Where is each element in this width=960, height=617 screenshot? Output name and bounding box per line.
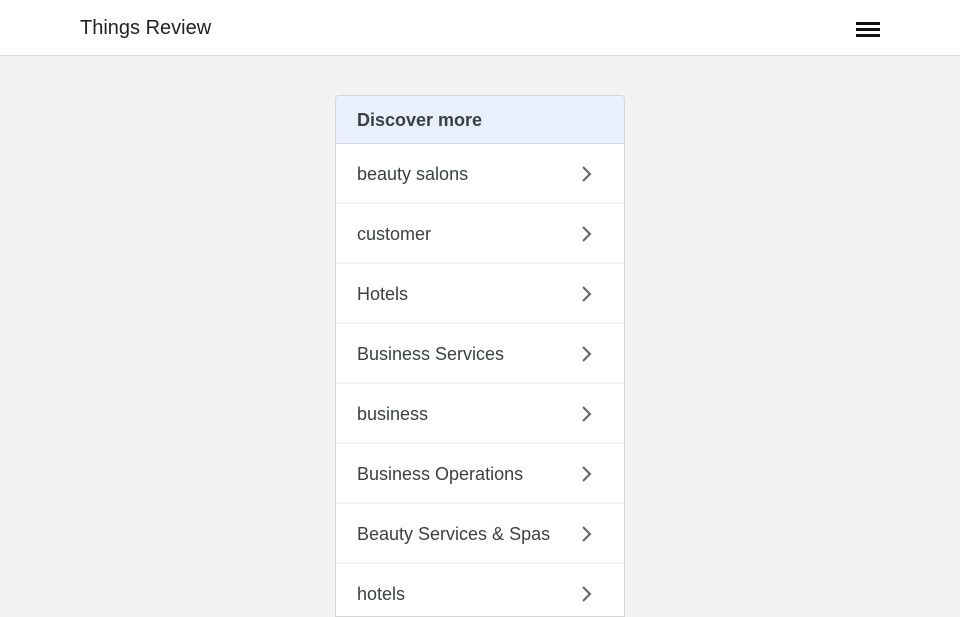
discover-item-label: Business Services	[357, 344, 505, 364]
discover-item[interactable]: Hotels	[336, 264, 624, 324]
discover-item[interactable]: business	[336, 384, 624, 444]
discover-item-label: Business Operations	[357, 464, 524, 484]
chevron-right-icon	[582, 586, 592, 602]
discover-item[interactable]: Beauty Services & Spas	[336, 504, 624, 564]
discover-item[interactable]: customer	[336, 204, 624, 264]
discover-item[interactable]: Business Services	[336, 324, 624, 384]
chevron-right-icon	[582, 526, 592, 542]
discover-item[interactable]: hotels	[336, 564, 624, 616]
discover-item-label: beauty salons	[357, 164, 469, 184]
discover-item[interactable]: beauty salons	[336, 144, 624, 204]
discover-item-label: customer	[357, 224, 432, 244]
menu-bar	[856, 28, 880, 31]
discover-item[interactable]: Business Operations	[336, 444, 624, 504]
menu-bar	[856, 34, 880, 37]
chevron-right-icon	[582, 286, 592, 302]
discover-item-label: hotels	[357, 584, 406, 604]
chevron-right-icon	[582, 406, 592, 422]
discover-more-title: Discover more	[336, 96, 624, 144]
hamburger-menu-icon[interactable]	[852, 18, 880, 40]
discover-more-panel: Discover more beauty salons customer Hot…	[335, 95, 625, 617]
menu-bar	[856, 22, 880, 25]
chevron-right-icon	[582, 226, 592, 242]
chevron-right-icon	[582, 166, 592, 182]
discover-item-label: business	[357, 404, 429, 424]
site-title[interactable]: Things Review	[80, 16, 211, 40]
discover-list: beauty salons customer Hotels Business S…	[336, 144, 624, 616]
discover-item-label: Hotels	[357, 284, 409, 304]
chevron-right-icon	[582, 346, 592, 362]
discover-item-label: Beauty Services & Spas	[357, 524, 551, 544]
site-header: Things Review	[0, 0, 960, 56]
chevron-right-icon	[582, 466, 592, 482]
